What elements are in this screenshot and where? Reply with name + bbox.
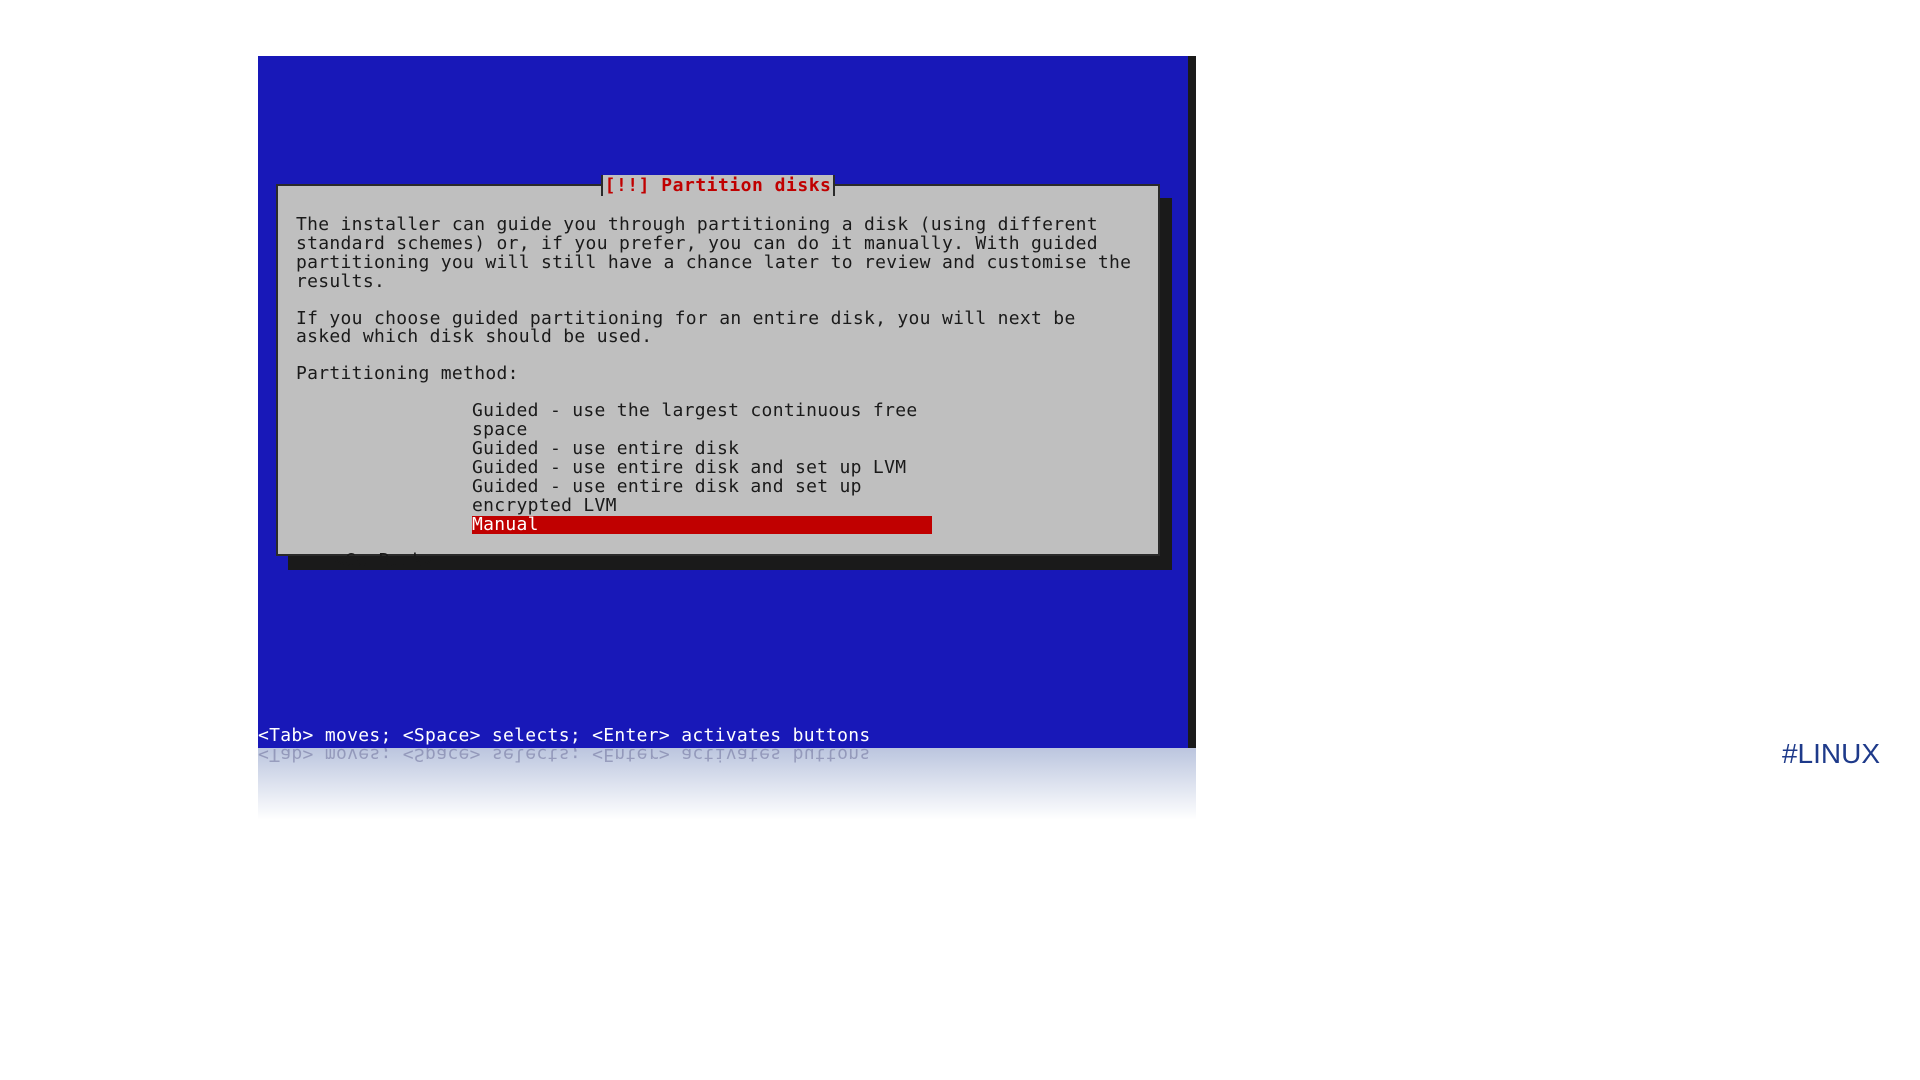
dialog-title: [!!] Partition disks [601, 175, 836, 196]
option-manual[interactable]: Manual [472, 516, 932, 535]
status-bar: <Tab> moves; <Space> selects; <Enter> ac… [258, 723, 1188, 748]
option-guided-free-space[interactable]: Guided - use the largest continuous free… [472, 402, 932, 440]
installer-screen: [!!] Partition disks The installer can g… [258, 56, 1196, 748]
dialog-paragraph-1: The installer can guide you through part… [296, 216, 1140, 292]
hashtag-label: #LINUX [1782, 738, 1880, 770]
go-back-button[interactable]: <Go Back> [334, 552, 1140, 571]
option-guided-lvm[interactable]: Guided - use entire disk and set up LVM [472, 459, 932, 478]
partition-dialog: [!!] Partition disks The installer can g… [276, 184, 1160, 556]
option-guided-encrypted-lvm[interactable]: Guided - use entire disk and set up encr… [472, 478, 932, 516]
background: [!!] Partition disks The installer can g… [258, 56, 1188, 748]
screen-reflection: <Tab> moves; <Space> selects; <Enter> ac… [258, 748, 1196, 820]
method-label: Partitioning method: [296, 365, 1140, 384]
partition-method-list: Guided - use the largest continuous free… [472, 402, 932, 534]
dialog-content: The installer can guide you through part… [278, 186, 1158, 589]
dialog-paragraph-2: If you choose guided partitioning for an… [296, 310, 1140, 348]
